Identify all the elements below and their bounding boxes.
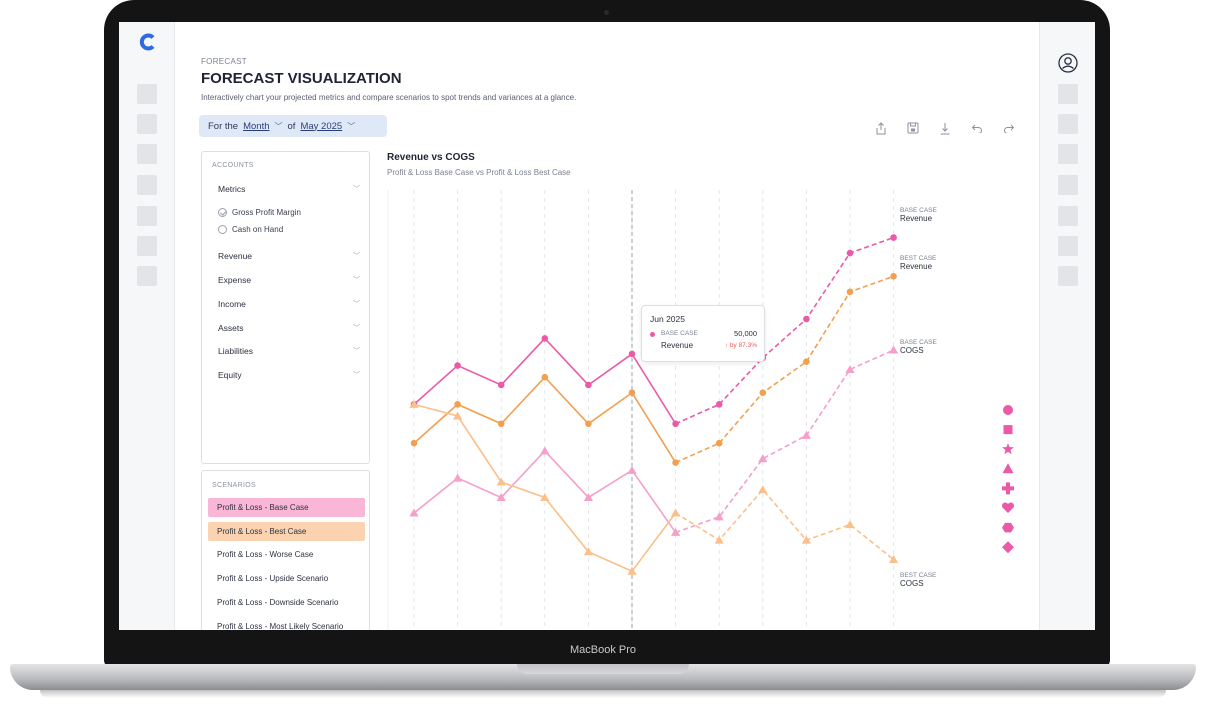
- sidebar-item-6[interactable]: [137, 236, 157, 256]
- end-label-base-cogs: BASE CASE COGS: [900, 339, 937, 355]
- data-point: [801, 430, 811, 439]
- data-point: [454, 401, 461, 408]
- data-point: [759, 389, 767, 397]
- end-label-metric: Revenue: [900, 262, 933, 271]
- sidebar-item-4[interactable]: [137, 175, 157, 195]
- data-point: [497, 381, 505, 389]
- data-point: [889, 345, 899, 354]
- data-point: [672, 420, 679, 428]
- hexagon-icon[interactable]: [1002, 522, 1014, 533]
- end-label-best-cogs: BEST CASE COGS: [900, 572, 936, 588]
- sidebar-item-1[interactable]: [137, 84, 157, 104]
- circle-icon[interactable]: [1003, 405, 1013, 415]
- data-point: [585, 420, 592, 428]
- tooltip-case: BASE CASE: [661, 330, 698, 337]
- tooltip-title: Jun 2025: [650, 314, 685, 324]
- data-point: [803, 315, 810, 323]
- app-screen: FORECAST FORECAST VISUALIZATION Interact…: [119, 22, 1095, 630]
- triangle-icon[interactable]: [1002, 463, 1014, 474]
- circle-icon: [650, 332, 655, 337]
- data-point: [846, 288, 854, 296]
- end-label-metric: Revenue: [900, 214, 933, 223]
- data-point: [890, 234, 897, 241]
- data-point: [803, 358, 810, 365]
- data-point: [672, 459, 679, 466]
- user-avatar-icon[interactable]: [1058, 53, 1078, 73]
- series-line-forecast: [675, 349, 894, 534]
- data-point: [714, 535, 724, 544]
- data-point: [845, 364, 855, 373]
- tooltip-delta-value: by 87.3%: [729, 342, 757, 349]
- left-sidebar: [119, 22, 175, 630]
- right-panel-item-1[interactable]: [1058, 84, 1078, 104]
- sidebar-item-5[interactable]: [137, 206, 157, 226]
- data-point: [541, 373, 549, 381]
- right-panel-item-3[interactable]: [1058, 144, 1078, 164]
- data-point: [715, 439, 723, 447]
- sidebar-item-7[interactable]: [137, 266, 157, 286]
- main-content: FORECAST FORECAST VISUALIZATION Interact…: [175, 22, 1039, 630]
- data-point: [758, 454, 768, 463]
- tooltip-value: 50,000: [734, 329, 757, 338]
- data-point: [671, 508, 681, 517]
- camera-icon: [604, 10, 609, 15]
- data-point: [890, 273, 897, 280]
- data-point: [715, 401, 723, 408]
- diamond-icon[interactable]: [1002, 541, 1014, 554]
- right-panel-item-6[interactable]: [1058, 236, 1078, 256]
- heart-icon[interactable]: [1001, 502, 1015, 513]
- end-label-metric: COGS: [900, 579, 924, 588]
- right-panel-item-5[interactable]: [1058, 206, 1078, 226]
- series-line-forecast: [675, 488, 895, 561]
- data-point: [628, 350, 636, 358]
- data-point: [846, 249, 854, 257]
- data-point: [454, 362, 461, 369]
- data-point: [540, 446, 550, 455]
- right-panel-item-4[interactable]: [1058, 175, 1078, 195]
- data-point: [497, 420, 505, 428]
- laptop-mockup: MacBook Pro FORECAST FORECAST VISUALIZAT…: [0, 0, 1206, 705]
- sidebar-item-2[interactable]: [137, 114, 157, 134]
- laptop-shadow: [40, 690, 1166, 698]
- brand-label: MacBook Pro: [569, 644, 637, 656]
- data-point: [758, 485, 768, 494]
- forecast-line-chart[interactable]: [175, 22, 1039, 630]
- tooltip-metric: Revenue: [661, 341, 694, 350]
- right-panel-item-2[interactable]: [1058, 114, 1078, 134]
- data-point: [496, 477, 506, 486]
- sidebar-item-3[interactable]: [137, 144, 157, 164]
- app-logo-icon[interactable]: [139, 33, 157, 51]
- end-label-metric: COGS: [900, 346, 924, 355]
- data-point: [541, 335, 549, 342]
- plus-icon[interactable]: [1002, 482, 1014, 495]
- end-label-best-revenue: BEST CASE Revenue: [900, 255, 936, 271]
- data-point: [453, 473, 463, 482]
- data-point: [585, 381, 592, 389]
- end-label-base-revenue: BASE CASE Revenue: [900, 207, 937, 223]
- laptop-notch: [517, 664, 689, 674]
- right-sidebar: [1039, 22, 1095, 630]
- data-point: [410, 439, 418, 447]
- chart-tooltip: Jun 2025 BASE CASE 50,000 Revenue ↑ by 8…: [641, 305, 765, 362]
- data-point: [845, 520, 855, 529]
- star-icon[interactable]: [1002, 443, 1014, 455]
- right-panel-item-7[interactable]: [1058, 266, 1078, 286]
- data-point: [628, 389, 636, 397]
- tooltip-delta: ↑ by 87.3%: [724, 342, 757, 349]
- data-point: [627, 465, 637, 474]
- square-icon[interactable]: [1003, 425, 1013, 435]
